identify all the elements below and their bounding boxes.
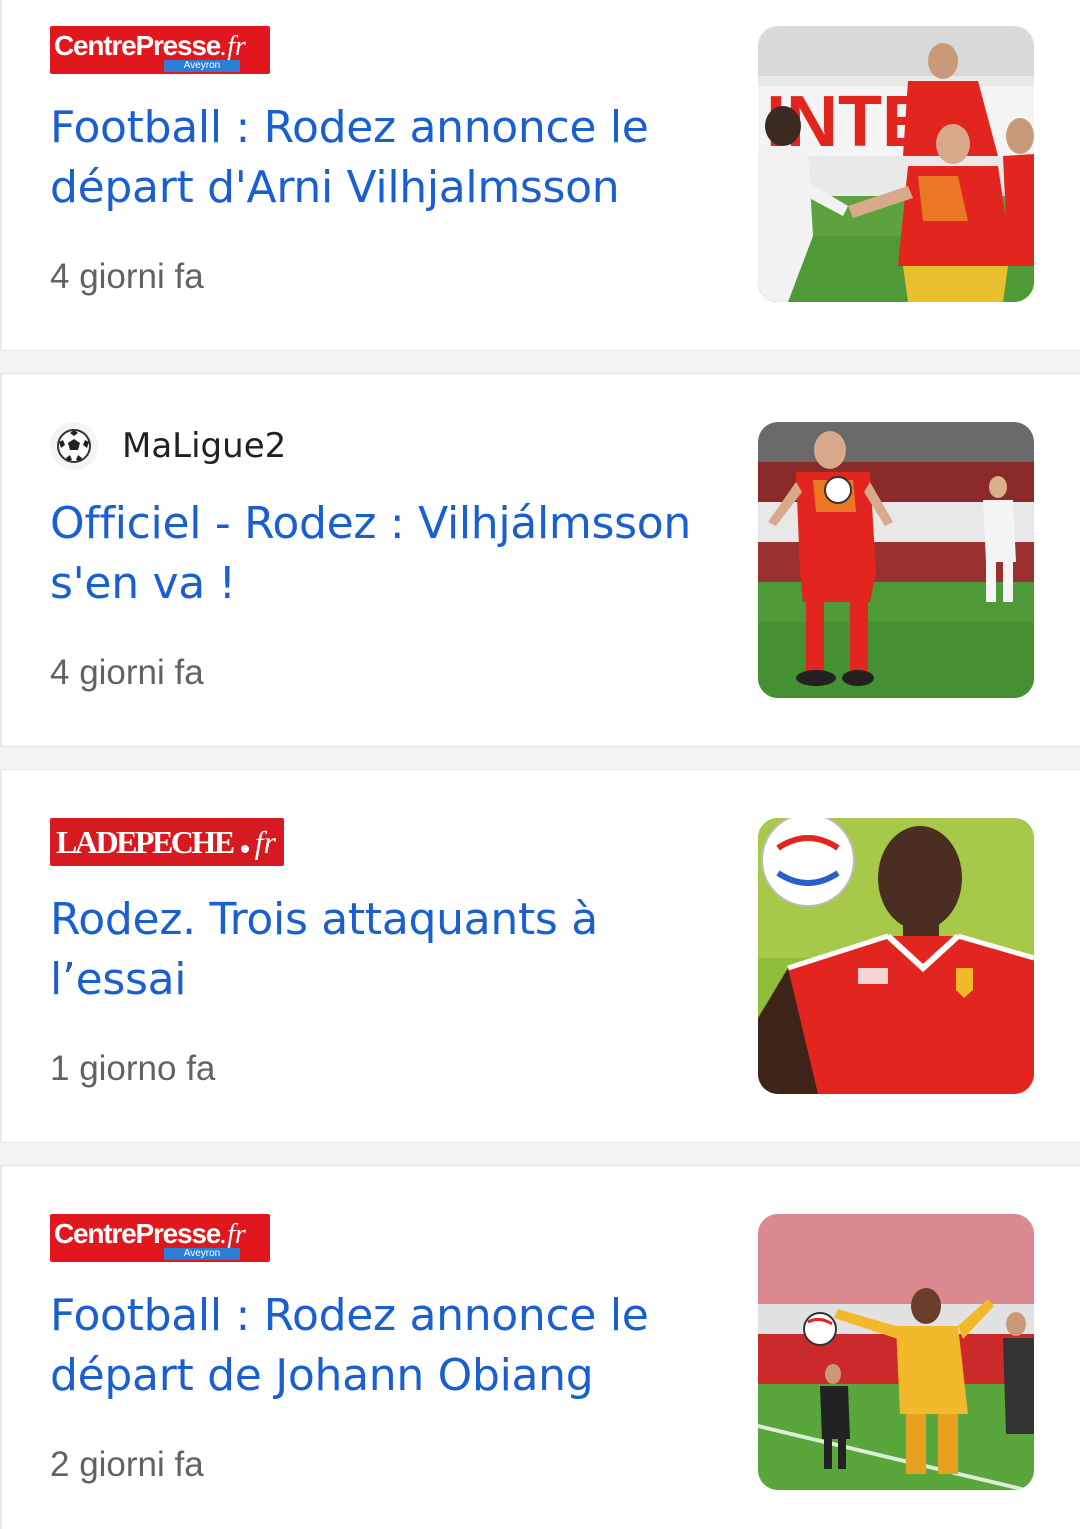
card-separator bbox=[0, 1142, 1080, 1166]
news-source: CentrePresse.fr Aveyron bbox=[50, 26, 270, 74]
logo-sub: Aveyron bbox=[164, 1248, 240, 1260]
centrepresse-logo: CentrePresse.fr Aveyron bbox=[50, 1214, 270, 1262]
logo-name: LADEPECHE bbox=[56, 823, 235, 860]
card-separator bbox=[0, 746, 1080, 770]
logo-suffix: fr bbox=[254, 823, 276, 860]
logo-name: CentrePresse bbox=[54, 1218, 221, 1249]
article-thumbnail[interactable] bbox=[758, 818, 1034, 1094]
article-time: 4 giorni fa bbox=[50, 653, 204, 692]
logo-suffix: .fr bbox=[220, 31, 246, 62]
news-source: MaLigue2 bbox=[50, 422, 286, 470]
article-time: 2 giorni fa bbox=[50, 1445, 204, 1484]
news-source: LADEPECHE fr bbox=[50, 818, 284, 866]
logo-dot bbox=[240, 845, 249, 853]
logo-name: CentrePresse bbox=[54, 30, 221, 61]
article-title[interactable]: Football : Rodez annonce le départ de Jo… bbox=[50, 1286, 710, 1406]
article-thumbnail[interactable] bbox=[758, 1214, 1034, 1490]
news-card[interactable]: CentrePresse.fr Aveyron Football : Rodez… bbox=[0, 1166, 1080, 1529]
article-title[interactable]: Rodez. Trois attaquants à l’essai bbox=[50, 890, 710, 1010]
logo-sub: Aveyron bbox=[164, 60, 240, 72]
news-feed: CentrePresse.fr Aveyron Football : Rodez… bbox=[0, 0, 1080, 1529]
source-name: MaLigue2 bbox=[122, 426, 287, 466]
news-card[interactable]: LADEPECHE fr Rodez. Trois attaquants à l’… bbox=[0, 770, 1080, 1142]
card-separator bbox=[0, 350, 1080, 374]
news-card[interactable]: MaLigue2 Officiel - Rodez : Vilhjálmsson… bbox=[0, 374, 1080, 746]
football-players-match-image: INTER bbox=[758, 26, 1034, 302]
article-thumbnail[interactable] bbox=[758, 422, 1034, 698]
ladepeche-logo: LADEPECHE fr bbox=[50, 818, 284, 866]
football-player-controlling-ball-image bbox=[758, 422, 1034, 698]
news-card[interactable]: CentrePresse.fr Aveyron Football : Rodez… bbox=[0, 0, 1080, 350]
news-source: CentrePresse.fr Aveyron bbox=[50, 1214, 270, 1262]
article-time: 4 giorni fa bbox=[50, 257, 204, 296]
football-player-portrait-image bbox=[758, 818, 1034, 1094]
soccer-ball-icon bbox=[50, 422, 98, 470]
article-title[interactable]: Football : Rodez annonce le départ d'Arn… bbox=[50, 98, 710, 218]
article-title[interactable]: Officiel - Rodez : Vilhjálmsson s'en va … bbox=[50, 494, 710, 614]
article-thumbnail[interactable]: INTER bbox=[758, 26, 1034, 302]
logo-suffix: .fr bbox=[220, 1219, 246, 1250]
article-time: 1 giorno fa bbox=[50, 1049, 216, 1088]
centrepresse-logo: CentrePresse.fr Aveyron bbox=[50, 26, 270, 74]
football-player-receiving-ball-image bbox=[758, 1214, 1034, 1490]
